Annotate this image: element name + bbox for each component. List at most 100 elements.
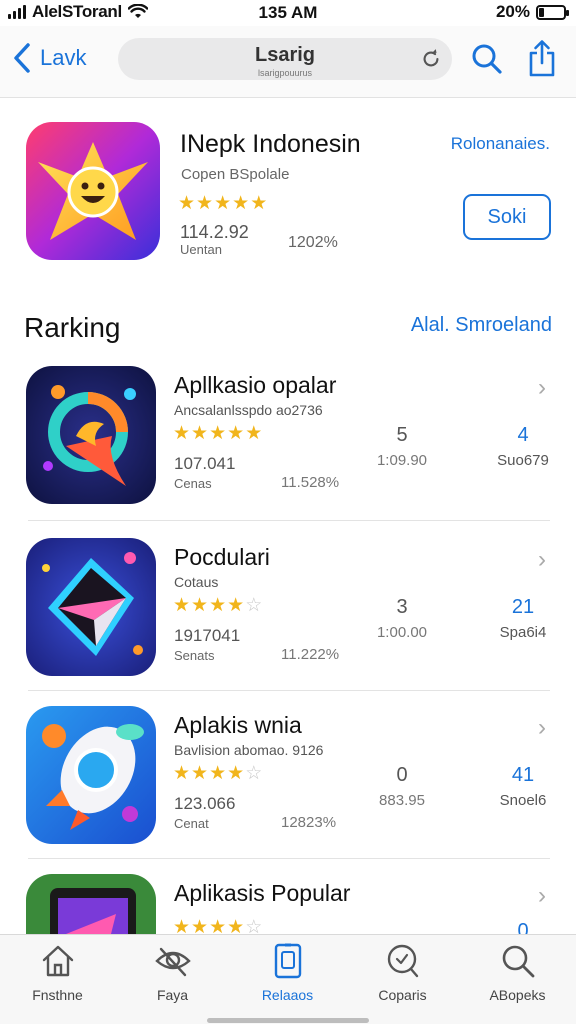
featured-app-title: INepk Indonesin bbox=[180, 130, 361, 158]
tab-bar: Fnsthne Faya Relaaos Coparis ABopeks bbox=[0, 934, 576, 1024]
star-icon: ★ bbox=[245, 423, 263, 444]
app-size: 11.528% bbox=[281, 474, 340, 491]
chevron-left-icon bbox=[14, 43, 30, 73]
tab-abopeks[interactable]: ABopeks bbox=[460, 935, 575, 1024]
app-stat: 5 bbox=[396, 424, 408, 446]
star-icon: ★ bbox=[250, 193, 268, 214]
star-icon: ★ bbox=[227, 917, 245, 934]
app-stat: 0 bbox=[396, 764, 408, 786]
app-rating-stars: ★ ★ ★ ★ ☆ bbox=[173, 764, 262, 783]
see-all-link[interactable]: Alal. Smroeland bbox=[411, 314, 552, 337]
star-icon: ★ bbox=[209, 763, 227, 784]
star-icon: ★ bbox=[191, 917, 209, 934]
app-icon bbox=[26, 366, 156, 504]
status-right: 20% bbox=[495, 2, 569, 22]
search-icon bbox=[502, 945, 535, 978]
eye-slash-icon bbox=[155, 947, 191, 977]
star-icon: ★ bbox=[173, 917, 191, 934]
tab-label: Faya bbox=[156, 987, 189, 1003]
app-subtitle: Ancsalanlsspdo ao2736 bbox=[174, 402, 323, 418]
star-icon: ★ bbox=[191, 423, 209, 444]
featured-recommendations-link[interactable]: Rolonanaies. bbox=[451, 134, 550, 154]
phone-icon bbox=[274, 943, 302, 979]
app-caption: Cenas bbox=[174, 476, 212, 491]
app-rank: 0 bbox=[517, 920, 529, 934]
app-caption: Senats bbox=[174, 648, 215, 663]
reload-icon[interactable] bbox=[420, 48, 442, 70]
chevron-right-icon: › bbox=[538, 374, 546, 401]
featured-app[interactable]: INepk Indonesin Copen BSpolale Rolonanai… bbox=[0, 98, 576, 288]
app-size: 11.222% bbox=[281, 646, 340, 663]
app-caption: Cenat bbox=[174, 816, 209, 831]
star-icon: ☆ bbox=[245, 763, 263, 784]
status-time: 135 AM bbox=[258, 3, 318, 22]
tab-label: Coparis bbox=[378, 987, 427, 1003]
chevron-right-icon: › bbox=[538, 546, 546, 573]
tab-relaaos[interactable]: Relaaos bbox=[230, 935, 345, 1024]
tab-home[interactable]: Fnsthne bbox=[0, 935, 115, 1024]
tab-coparis[interactable]: Coparis bbox=[345, 935, 460, 1024]
search-icon[interactable] bbox=[470, 42, 504, 76]
star-icon: ★ bbox=[209, 423, 227, 444]
share-icon[interactable] bbox=[526, 38, 558, 78]
app-subtitle: Bavlision abomao. 9126 bbox=[174, 742, 324, 758]
app-stat-detail: 883.95 bbox=[379, 792, 425, 809]
search-bubble-icon bbox=[387, 944, 419, 978]
app-rating-count: 107.041 bbox=[174, 454, 236, 473]
tab-label: ABopeks bbox=[489, 987, 546, 1003]
address-title: Lsarig bbox=[254, 44, 316, 66]
star-icon: ★ bbox=[209, 595, 227, 616]
app-title: Aplikasis Popular bbox=[174, 880, 351, 906]
app-rank: 41 bbox=[511, 764, 535, 786]
list-item[interactable]: Aplakis wnia Bavlision abomao. 9126 ★ ★ ★ ★… bbox=[0, 706, 576, 876]
tab-label: Relaaos bbox=[261, 987, 314, 1003]
featured-caption: Uentan bbox=[180, 242, 222, 257]
divider bbox=[28, 858, 550, 859]
star-icon: ★ bbox=[173, 423, 191, 444]
star-icon: ★ bbox=[227, 763, 245, 784]
app-rank-detail: Snoel6 bbox=[499, 792, 547, 809]
get-button[interactable]: Soki bbox=[463, 194, 551, 240]
star-icon: ★ bbox=[232, 193, 250, 214]
app-rating-stars: ★ ★ ★ ★ ☆ bbox=[173, 596, 262, 615]
list-item[interactable]: Pocdulari Cotaus ★ ★ ★ ★ ☆ 1917041 Senats 11… bbox=[0, 538, 576, 708]
app-icon bbox=[26, 538, 156, 676]
star-icon: ★ bbox=[227, 423, 245, 444]
featured-rating-count: 114.2.92 bbox=[180, 222, 249, 242]
nav-bar: Lavk Lsarig lsarigpouurus bbox=[0, 26, 576, 98]
app-icon bbox=[26, 874, 156, 934]
app-stat-detail: 1:00.00 bbox=[376, 624, 428, 641]
battery-icon bbox=[536, 4, 569, 20]
battery-level bbox=[539, 7, 544, 17]
app-stat-detail: 1:09.90 bbox=[376, 452, 428, 469]
battery-percent: 20% bbox=[495, 2, 530, 21]
app-rank: 21 bbox=[511, 596, 535, 618]
list-item[interactable]: Apllkasio opalar Ancsalanlsspdo ao2736 ★… bbox=[0, 366, 576, 536]
app-rating-stars: ★ ★ ★ ★ ☆ bbox=[173, 918, 262, 934]
list-item[interactable]: Aplikasis Popular ★ ★ ★ ★ ☆ 0 › bbox=[0, 874, 576, 934]
app-title: Aplakis wnia bbox=[174, 712, 302, 738]
star-icon: ★ bbox=[191, 595, 209, 616]
home-icon bbox=[42, 945, 74, 977]
address-bar[interactable]: Lsarig lsarigpouurus bbox=[118, 38, 452, 80]
star-icon: ★ bbox=[209, 917, 227, 934]
section-title: Rarking bbox=[24, 312, 121, 343]
back-button[interactable]: Lavk bbox=[12, 42, 86, 74]
app-stat: 3 bbox=[396, 596, 408, 618]
back-label: Lavk bbox=[40, 45, 87, 70]
featured-rating-stars: ★ ★ ★ ★ ★ bbox=[178, 194, 267, 213]
address-subtitle: lsarigpouurus bbox=[257, 68, 313, 78]
app-subtitle: Cotaus bbox=[174, 574, 219, 590]
app-size: 12823% bbox=[281, 814, 337, 831]
app-rating-count: 123.066 bbox=[174, 794, 236, 813]
featured-app-icon bbox=[26, 122, 160, 260]
app-title: Pocdulari bbox=[174, 544, 270, 570]
app-rank-detail: Suo679 bbox=[497, 452, 549, 469]
app-rank: 4 bbox=[517, 424, 529, 446]
divider bbox=[28, 690, 550, 691]
star-icon: ★ bbox=[196, 193, 214, 214]
star-icon: ★ bbox=[191, 763, 209, 784]
tab-faya[interactable]: Faya bbox=[115, 935, 230, 1024]
app-rank-detail: Spa6i4 bbox=[499, 624, 547, 641]
star-icon: ☆ bbox=[245, 595, 263, 616]
